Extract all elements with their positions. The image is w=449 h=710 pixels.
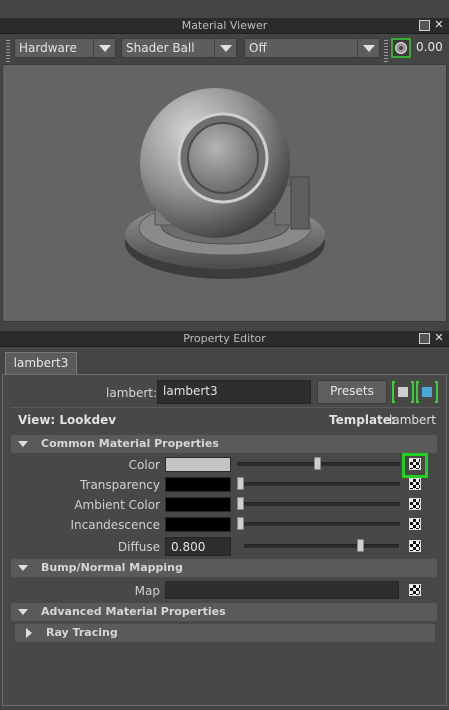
incandescence-label: Incandescence xyxy=(70,518,160,532)
close-icon[interactable]: ✕ xyxy=(433,332,445,344)
color-label: Color xyxy=(128,458,160,472)
lighting-dropdown[interactable]: Off xyxy=(244,38,380,58)
diffuse-label: Diffuse xyxy=(117,540,160,554)
collapse-triangle-icon xyxy=(18,609,28,615)
color-swatch[interactable] xyxy=(165,457,231,472)
map-field[interactable] xyxy=(165,581,399,599)
renderer-value: Hardware xyxy=(19,41,77,55)
template-value[interactable]: lambert xyxy=(389,413,436,427)
presets-button[interactable]: Presets xyxy=(317,380,387,404)
section-title: Common Material Properties xyxy=(41,437,219,450)
map-label: Map xyxy=(134,584,160,598)
exposure-value[interactable]: 0.00 xyxy=(416,40,443,54)
node-name-field[interactable]: lambert3 xyxy=(157,380,311,404)
section-title: Bump/Normal Mapping xyxy=(41,561,183,574)
expand-triangle-icon xyxy=(26,628,32,638)
float-panel-icon[interactable] xyxy=(419,20,430,31)
view-label[interactable]: View: Lookdev xyxy=(18,413,116,427)
transparency-map-button-icon[interactable] xyxy=(409,478,421,490)
diffuse-field[interactable]: 0.800 xyxy=(165,537,231,556)
input-output-connections-icon[interactable] xyxy=(392,379,442,405)
property-editor-titlebar: Property Editor ✕ xyxy=(0,331,449,347)
transparency-swatch[interactable] xyxy=(165,477,231,492)
ambient-slider-track[interactable] xyxy=(237,502,400,506)
transparency-label: Transparency xyxy=(79,478,160,492)
highlight-box xyxy=(402,453,428,478)
tab-label: lambert3 xyxy=(13,356,69,370)
material-viewer-title: Material Viewer xyxy=(181,19,268,32)
incandescence-map-button-icon[interactable] xyxy=(409,518,421,530)
property-editor-title: Property Editor xyxy=(183,332,266,345)
section-title: Advanced Material Properties xyxy=(41,605,226,618)
ambient-slider-handle[interactable] xyxy=(237,497,244,510)
diffuse-slider-track[interactable] xyxy=(244,544,399,548)
incandescence-swatch[interactable] xyxy=(165,517,231,532)
geometry-value: Shader Ball xyxy=(126,41,195,55)
ambient-map-button-icon[interactable] xyxy=(409,498,421,510)
ambient-color-label: Ambient Color xyxy=(74,498,160,512)
bump-map-button-icon[interactable] xyxy=(409,584,421,596)
transparency-slider-handle[interactable] xyxy=(237,477,244,490)
renderer-dropdown[interactable]: Hardware xyxy=(14,38,116,58)
diffuse-slider-handle[interactable] xyxy=(357,539,364,552)
transparency-slider-track[interactable] xyxy=(237,482,400,486)
template-label: Template: xyxy=(329,413,396,427)
material-viewer-titlebar: Material Viewer ✕ xyxy=(0,18,449,34)
diffuse-map-button-icon[interactable] xyxy=(409,540,421,552)
section-ray-tracing[interactable]: Ray Tracing xyxy=(15,624,435,642)
exposure-icon[interactable] xyxy=(391,38,411,58)
collapse-triangle-icon xyxy=(18,441,28,447)
color-slider-handle[interactable] xyxy=(314,457,321,470)
lighting-value: Off xyxy=(249,41,267,55)
section-bump-normal-mapping[interactable]: Bump/Normal Mapping xyxy=(11,559,437,577)
ambient-color-swatch[interactable] xyxy=(165,497,231,512)
section-common-material-properties[interactable]: Common Material Properties xyxy=(11,435,437,453)
collapse-triangle-icon xyxy=(18,565,28,571)
incandescence-slider-handle[interactable] xyxy=(237,517,244,530)
float-panel-icon[interactable] xyxy=(419,333,430,344)
shader-ball-preview xyxy=(125,88,325,279)
node-type-label: lambert: xyxy=(106,386,158,400)
divider xyxy=(10,407,440,408)
incandescence-slider-track[interactable] xyxy=(237,522,400,526)
material-preview-viewport[interactable] xyxy=(2,64,447,322)
toolbar-grip[interactable] xyxy=(6,40,10,62)
close-icon[interactable]: ✕ xyxy=(433,19,445,31)
tab-lambert3[interactable]: lambert3 xyxy=(5,352,77,374)
chevron-down-icon xyxy=(214,39,236,57)
section-advanced-material-properties[interactable]: Advanced Material Properties xyxy=(11,603,437,621)
chevron-down-icon xyxy=(93,39,115,57)
geometry-dropdown[interactable]: Shader Ball xyxy=(121,38,237,58)
chevron-down-icon xyxy=(357,39,379,57)
toolbar-separator xyxy=(384,40,388,62)
section-title: Ray Tracing xyxy=(46,626,118,639)
